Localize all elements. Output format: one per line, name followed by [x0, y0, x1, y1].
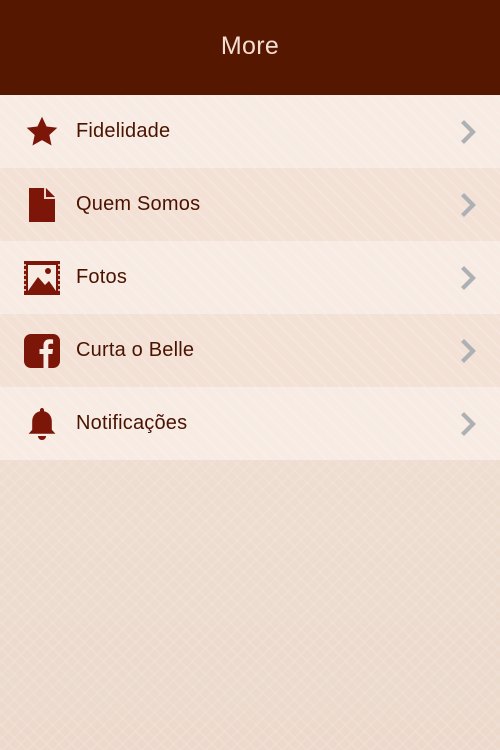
chevron-right-icon: [458, 192, 480, 218]
menu-item-notificacoes[interactable]: Notificações: [0, 387, 500, 460]
facebook-icon: [21, 330, 63, 372]
document-icon: [21, 184, 63, 226]
menu-item-label: Curta o Belle: [76, 339, 195, 361]
more-menu: Fidelidade Quem Somos Fotos Curta o Bell…: [0, 95, 500, 460]
menu-item-label: Fotos: [76, 266, 128, 288]
top-bar: More: [0, 0, 500, 95]
photo-icon: [21, 257, 63, 299]
page-title: More: [220, 31, 280, 60]
menu-item-fotos[interactable]: Fotos: [0, 241, 500, 314]
chevron-right-icon: [458, 265, 480, 291]
menu-item-label: Notificações: [76, 412, 188, 434]
menu-item-curta-o-belle[interactable]: Curta o Belle: [0, 314, 500, 387]
star-icon: [21, 111, 63, 153]
chevron-right-icon: [458, 411, 480, 437]
chevron-right-icon: [458, 119, 480, 145]
bell-icon: [21, 403, 63, 445]
menu-item-quem-somos[interactable]: Quem Somos: [0, 168, 500, 241]
chevron-right-icon: [458, 338, 480, 364]
menu-item-label: Quem Somos: [76, 193, 201, 215]
menu-item-label: Fidelidade: [76, 120, 171, 142]
menu-item-fidelidade[interactable]: Fidelidade: [0, 95, 500, 168]
